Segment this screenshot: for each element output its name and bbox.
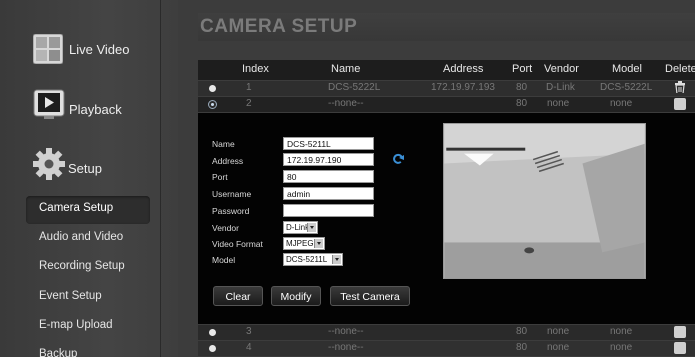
column-header-model: Model — [612, 63, 642, 75]
page-title: CAMERA SETUP — [200, 16, 358, 37]
row-select-radio[interactable] — [209, 329, 216, 336]
refresh-icon[interactable] — [392, 153, 404, 165]
trash-icon[interactable] — [674, 81, 686, 93]
chevron-down-icon — [307, 223, 316, 232]
port-label: Port — [212, 172, 228, 182]
trash-icon[interactable] — [674, 342, 686, 354]
sidebar-item-label: Recording Setup — [39, 260, 125, 272]
table-row[interactable]: 2 --none-- 80 none none — [198, 97, 695, 112]
cell-index: 4 — [246, 342, 252, 353]
column-header-name: Name — [331, 63, 361, 75]
sidebar: Live Video Playback Setup Camera Setup A… — [0, 0, 178, 357]
username-field[interactable] — [283, 187, 374, 200]
row-select-radio[interactable] — [208, 100, 217, 109]
sidebar-item-label: Camera Setup — [39, 202, 114, 214]
cell-port: 80 — [516, 82, 528, 93]
sidebar-item-camera-setup[interactable]: Camera Setup — [26, 196, 150, 224]
cell-model: none — [610, 326, 633, 337]
cell-address: 172.19.97.193 — [431, 82, 495, 93]
cell-model: DCS-5222L — [600, 82, 653, 93]
address-label: Address — [212, 156, 244, 166]
cell-index: 1 — [246, 82, 252, 93]
port-field[interactable] — [283, 170, 374, 183]
model-label: Model — [212, 255, 236, 265]
cell-index: 3 — [246, 326, 252, 337]
live-video-label: Live Video — [69, 42, 130, 57]
vendor-select-value: D-Link — [286, 223, 310, 232]
name-field[interactable] — [283, 137, 374, 150]
sidebar-item-backup[interactable]: Backup — [0, 342, 160, 357]
live-video-icon — [33, 34, 63, 64]
trash-icon[interactable] — [674, 98, 686, 110]
sidebar-item-label: Audio and Video — [39, 231, 124, 243]
name-label: Name — [212, 139, 235, 149]
password-label: Password — [212, 206, 250, 216]
password-field[interactable] — [283, 204, 374, 217]
nav-live-video[interactable]: Live Video — [0, 22, 160, 78]
cell-port: 80 — [516, 326, 528, 337]
camera-edit-panel: Name Address Port Username Password Vend… — [198, 113, 695, 324]
table-row[interactable]: 1 DCS-5222L 172.19.97.193 80 D-Link DCS-… — [198, 81, 695, 96]
trash-icon[interactable] — [674, 326, 686, 338]
sidebar-item-event-setup[interactable]: Event Setup — [0, 284, 160, 312]
modify-button[interactable]: Modify — [271, 286, 321, 306]
sidebar-item-label: Event Setup — [39, 290, 102, 302]
cell-vendor: none — [547, 98, 570, 109]
playback-icon — [33, 89, 65, 119]
cell-index: 2 — [246, 98, 252, 109]
video-format-label: Video Format — [212, 239, 263, 249]
cell-port: 80 — [516, 98, 528, 109]
row-select-radio[interactable] — [209, 85, 216, 92]
cell-model: none — [610, 98, 633, 109]
clear-button[interactable]: Clear — [213, 286, 263, 306]
setup-label: Setup — [68, 161, 102, 176]
chevron-down-icon — [332, 255, 341, 264]
cell-name: --none-- — [328, 98, 364, 109]
column-header-address: Address — [443, 63, 484, 75]
nav-playback[interactable]: Playback — [0, 80, 160, 136]
table-row[interactable]: 4 --none-- 80 none none — [198, 341, 695, 356]
column-header-delete: Delete — [665, 63, 695, 75]
address-field[interactable] — [283, 153, 374, 166]
cell-name: --none-- — [328, 342, 364, 353]
sidebar-item-label: E-map Upload — [39, 319, 113, 331]
cell-name: DCS-5222L — [328, 82, 381, 93]
vendor-select[interactable]: D-Link — [283, 221, 318, 234]
cell-port: 80 — [516, 342, 528, 353]
column-header-vendor: Vendor — [544, 63, 579, 75]
sidebar-item-label: Backup — [39, 348, 78, 357]
column-header-index: Index — [242, 63, 269, 75]
cell-vendor: none — [547, 342, 570, 353]
cell-model: none — [610, 342, 633, 353]
video-format-select-value: MJPEG — [286, 239, 314, 248]
test-camera-button[interactable]: Test Camera — [330, 286, 410, 306]
cell-vendor: none — [547, 326, 570, 337]
sidebar-divider — [160, 0, 161, 357]
table-header: Index Name Address Port Vendor Model Del… — [198, 60, 695, 80]
model-select[interactable]: DCS-5211L — [283, 253, 343, 266]
table-row[interactable]: 3 --none-- 80 none none — [198, 325, 695, 340]
sidebar-item-emap-upload[interactable]: E-map Upload — [0, 313, 160, 341]
main-content: CAMERA SETUP Index Name Address Port Ven… — [178, 0, 695, 357]
vendor-label: Vendor — [212, 223, 239, 233]
video-format-select[interactable]: MJPEG — [283, 237, 325, 250]
row-select-radio[interactable] — [209, 345, 216, 352]
nav-setup[interactable]: Setup — [0, 140, 160, 196]
playback-label: Playback — [69, 102, 122, 117]
camera-preview-image — [443, 123, 646, 279]
cell-name: --none-- — [328, 326, 364, 337]
username-label: Username — [212, 189, 252, 199]
sidebar-item-recording-setup[interactable]: Recording Setup — [0, 254, 160, 282]
gear-icon — [33, 148, 65, 180]
chevron-down-icon — [314, 239, 323, 248]
cell-vendor: D-Link — [546, 82, 575, 93]
column-header-port: Port — [512, 63, 533, 75]
model-select-value: DCS-5211L — [286, 255, 328, 264]
sidebar-item-audio-and-video[interactable]: Audio and Video — [0, 225, 160, 253]
